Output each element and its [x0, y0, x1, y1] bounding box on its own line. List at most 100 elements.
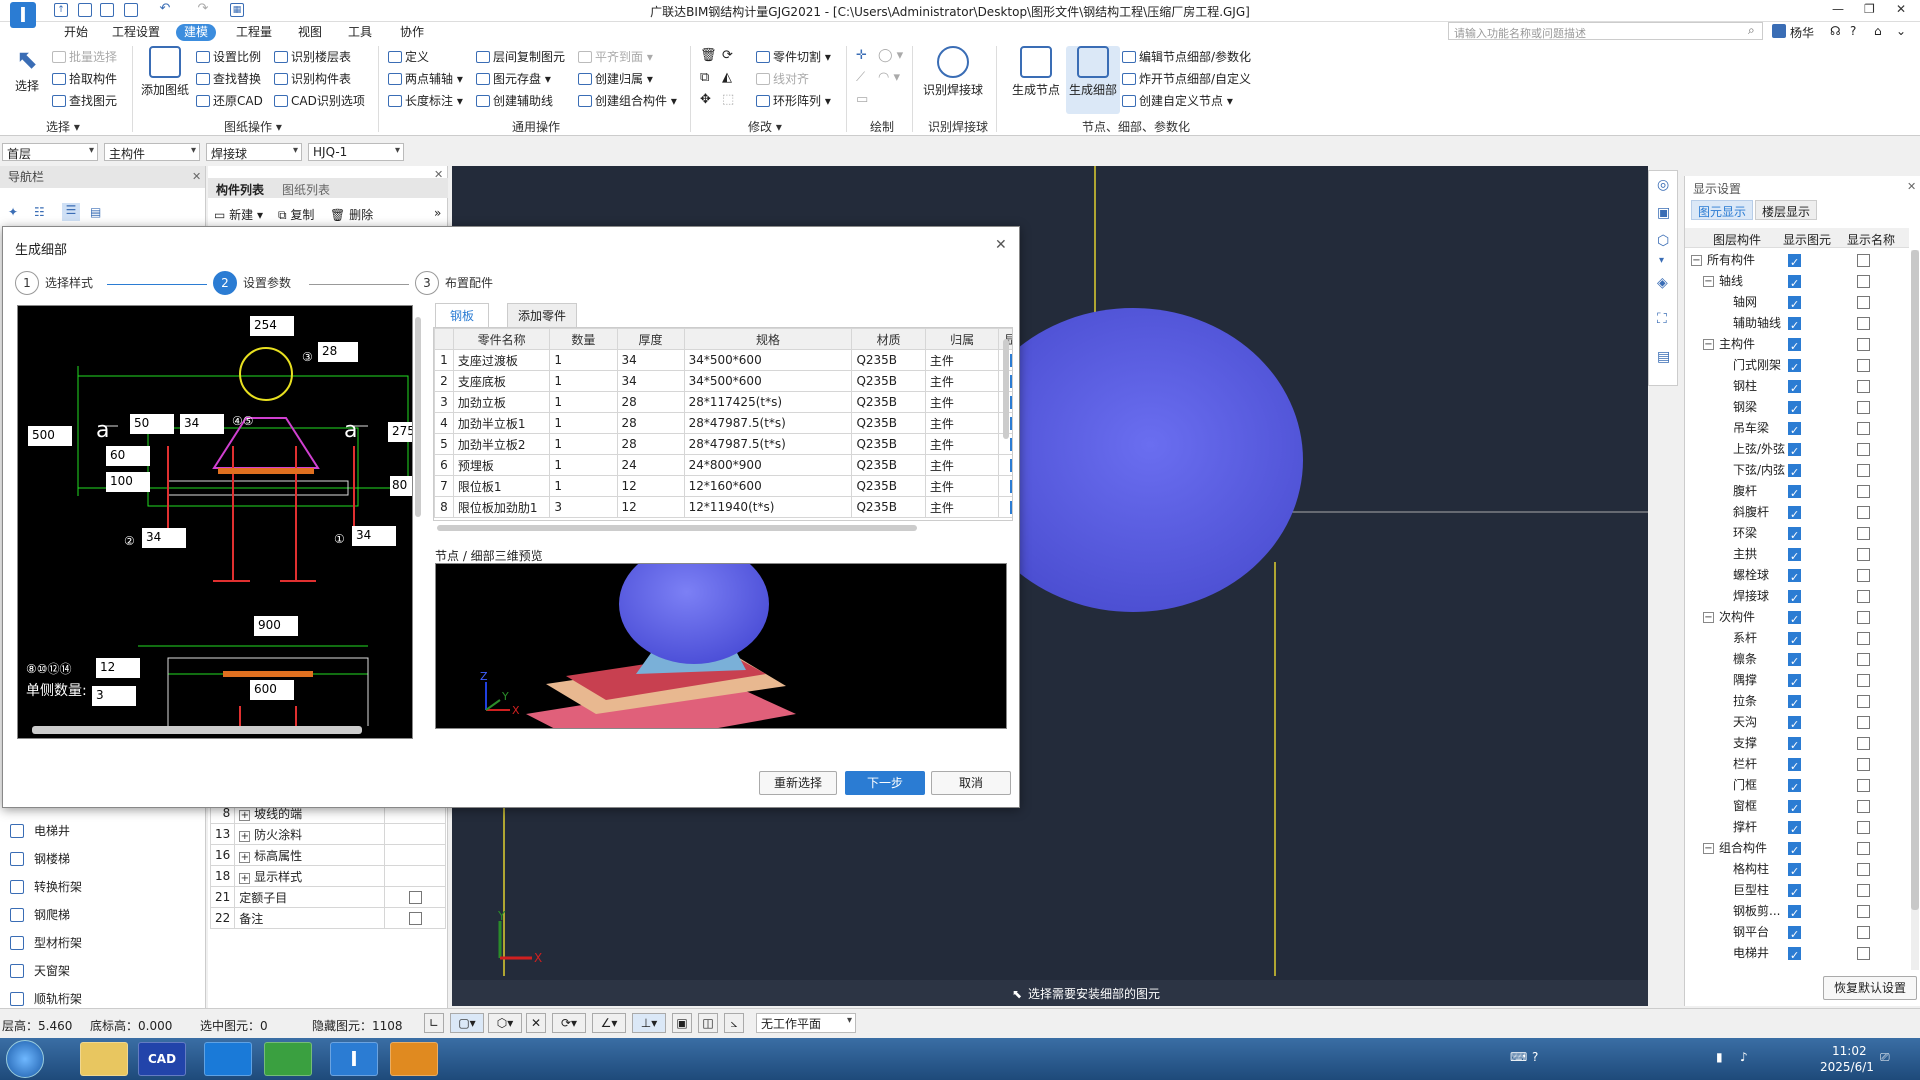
ring-array-button[interactable]: 环形阵列 ▾	[756, 92, 831, 109]
scrollbar[interactable]	[32, 726, 362, 734]
rotate-icon[interactable]: ⟳	[722, 48, 733, 63]
table-row[interactable]: 13 + 防火涂料	[209, 823, 446, 845]
show-element-checkbox[interactable]	[1788, 630, 1801, 651]
dim-label[interactable]: 500	[28, 426, 72, 446]
display-tree-row[interactable]: − 次构件	[1685, 607, 1909, 630]
menu-tools[interactable]: 工具	[340, 24, 380, 41]
collapse-icon[interactable]: −	[1703, 276, 1714, 287]
display-tree-row[interactable]: 钢梁	[1685, 397, 1909, 420]
nav-item[interactable]: 型材桁架	[10, 930, 82, 956]
display-tree-row[interactable]: − 组合构件	[1685, 838, 1909, 861]
show-checkbox[interactable]	[1009, 373, 1012, 388]
cad-app-icon[interactable]: CAD	[138, 1042, 186, 1076]
rect-draw-icon[interactable]: ▭	[856, 92, 868, 107]
display-tree-row[interactable]: − 轴线	[1685, 271, 1909, 294]
show-name-checkbox[interactable]	[1857, 905, 1870, 918]
arc-draw-icon[interactable]: ◠ ▾	[878, 70, 900, 85]
show-name-checkbox[interactable]	[1857, 800, 1870, 813]
expand-icon[interactable]: +	[239, 830, 251, 842]
group-modify-label[interactable]: 修改 ▾	[748, 118, 782, 135]
help-icon[interactable]: ?	[1850, 24, 1856, 38]
show-element-checkbox[interactable]	[1788, 714, 1801, 735]
dim-label[interactable]: 34	[352, 526, 396, 546]
display-tree-row[interactable]: 巨型柱	[1685, 880, 1909, 903]
show-element-checkbox[interactable]	[1788, 315, 1801, 336]
collapse-icon[interactable]: −	[1691, 255, 1702, 266]
show-element-checkbox[interactable]	[1788, 273, 1801, 294]
more-icon[interactable]: »	[434, 206, 441, 220]
show-name-checkbox[interactable]	[1857, 947, 1870, 960]
dim-label[interactable]: 50	[130, 414, 174, 434]
copy-icon[interactable]: ⧉	[700, 70, 709, 85]
show-element-checkbox[interactable]	[1788, 546, 1801, 567]
chevron-down-icon[interactable]: ▾	[1659, 255, 1664, 266]
show-name-checkbox[interactable]	[1857, 338, 1870, 351]
show-name-checkbox[interactable]	[1857, 821, 1870, 834]
delete-icon[interactable]: 🗑	[700, 48, 717, 63]
show-element-checkbox[interactable]	[1788, 399, 1801, 420]
display-tree-row[interactable]: 窗框	[1685, 796, 1909, 819]
display-tree-row[interactable]: 斜腹杆	[1685, 502, 1909, 525]
show-name-checkbox[interactable]	[1857, 716, 1870, 729]
table-row[interactable]: 18 + 显示样式	[209, 865, 446, 887]
dialog-close-icon[interactable]: ✕	[995, 237, 1007, 253]
tray-volume-icon[interactable]: ♪	[1740, 1050, 1748, 1064]
length-dimension-button[interactable]: 长度标注 ▾	[388, 92, 463, 109]
display-tree-row[interactable]: 环梁	[1685, 523, 1909, 546]
identify-floor-table-button[interactable]: 识别楼层表	[274, 48, 351, 65]
show-name-checkbox[interactable]	[1857, 779, 1870, 792]
show-name-checkbox[interactable]	[1857, 674, 1870, 687]
display-tree-row[interactable]: 隅撑	[1685, 670, 1909, 693]
table-row[interactable]: 22 备注	[209, 907, 446, 929]
cube-icon[interactable]: ⬡▾	[488, 1013, 522, 1033]
show-element-checkbox[interactable]	[1788, 945, 1801, 966]
find-replace-button[interactable]: 查找替换	[196, 70, 261, 87]
set-scale-button[interactable]: 设置比例	[196, 48, 261, 65]
pin-tool-icon[interactable]: ⊥▾	[632, 1013, 666, 1033]
nav-item[interactable]: 电梯井	[10, 818, 70, 844]
snap-icon[interactable]: ∟	[424, 1013, 444, 1033]
more-icon[interactable]: ⌄	[1896, 24, 1906, 38]
menu-view[interactable]: 视图	[290, 24, 330, 41]
tab-element-display[interactable]: 图元显示	[1691, 200, 1754, 220]
show-name-checkbox[interactable]	[1857, 506, 1870, 519]
show-name-checkbox[interactable]	[1857, 422, 1870, 435]
restore-cad-button[interactable]: 还原CAD	[196, 92, 263, 109]
display-tree-row[interactable]: 吊车梁	[1685, 418, 1909, 441]
generate-detail-button[interactable]: 生成细部	[1066, 46, 1120, 114]
show-element-checkbox[interactable]	[1788, 567, 1801, 588]
table-row[interactable]: 16 + 标高属性	[209, 844, 446, 866]
table-row[interactable]: 8 限位板加劲肋1 3 12 12*11940(t*s) Q235B 主件	[434, 496, 1012, 518]
file-explorer-icon[interactable]	[80, 1042, 128, 1076]
show-name-checkbox[interactable]	[1857, 569, 1870, 582]
layer-icon[interactable]: ◫	[698, 1013, 718, 1033]
dim-label[interactable]: 80	[390, 476, 412, 496]
show-name-checkbox[interactable]	[1857, 695, 1870, 708]
offset-icon[interactable]: ⬚	[722, 92, 734, 107]
point-icon[interactable]: ✛	[856, 48, 867, 63]
nav-item[interactable]: 钢楼梯	[10, 846, 70, 872]
new-button[interactable]: ▭ 新建 ▾	[214, 206, 263, 223]
show-element-checkbox[interactable]	[1788, 420, 1801, 441]
add-drawing-button[interactable]: 添加图纸	[140, 46, 190, 98]
redo-icon[interactable]: ↷	[196, 2, 210, 17]
display-tree-row[interactable]: 主拱	[1685, 544, 1909, 567]
user-name[interactable]: 杨华	[1790, 24, 1814, 41]
dim-label[interactable]: 254	[250, 316, 294, 336]
show-element-checkbox[interactable]	[1788, 840, 1801, 861]
show-element-checkbox[interactable]	[1788, 357, 1801, 378]
display-tree-row[interactable]: 钢平台	[1685, 922, 1909, 945]
display-tree-row[interactable]: 上弦/外弦	[1685, 439, 1909, 462]
gjg-app-icon[interactable]: I	[330, 1042, 378, 1076]
show-name-checkbox[interactable]	[1857, 485, 1870, 498]
display-tree-row[interactable]: 门框	[1685, 775, 1909, 798]
work-plane-select[interactable]: 无工作平面	[756, 1013, 856, 1033]
save-icon[interactable]	[124, 3, 138, 17]
display-tree-row[interactable]: 拉条	[1685, 691, 1909, 714]
step-1[interactable]: 1 选择样式	[15, 271, 93, 295]
detail-view-icon[interactable]: ▤	[90, 205, 101, 219]
upload-icon[interactable]: ↑	[54, 3, 68, 17]
line-align-button[interactable]: 线对齐	[756, 70, 809, 87]
group-drawing-label[interactable]: 图纸操作 ▾	[224, 118, 282, 135]
show-desktop-icon[interactable]: ⎚	[1880, 1050, 1890, 1065]
